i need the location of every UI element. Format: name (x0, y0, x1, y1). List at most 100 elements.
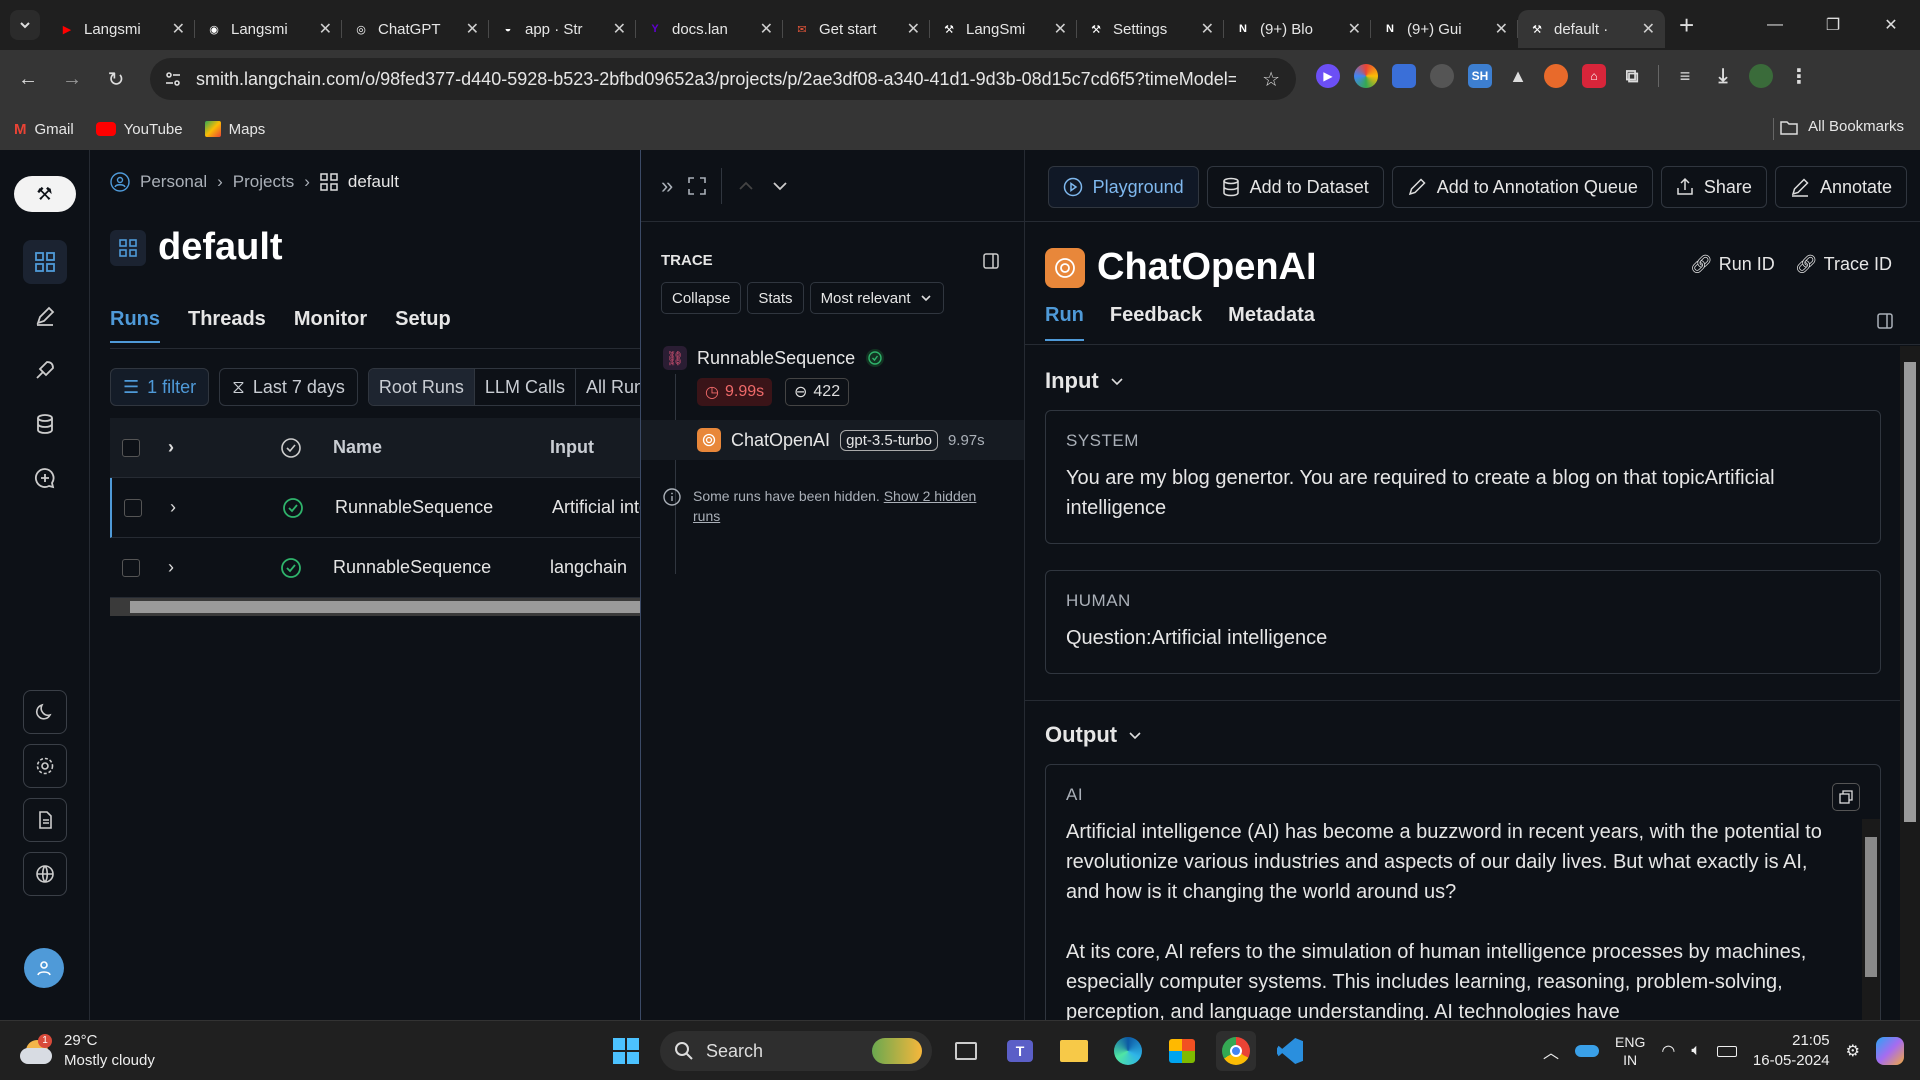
extension-pocket-icon[interactable]: ⌂ (1582, 64, 1606, 88)
collapse-panel-icon[interactable]: » (661, 173, 673, 199)
output-section-toggle[interactable]: Output (1045, 722, 1143, 748)
browser-tab[interactable]: ◒ app · Str ✕ (489, 10, 636, 48)
dark-mode-moon-icon[interactable] (22, 690, 67, 734)
close-tab-icon[interactable]: ✕ (1348, 19, 1361, 39)
back-button[interactable]: ← (6, 68, 50, 91)
deployments-rocket-icon[interactable] (23, 348, 67, 392)
volume-icon[interactable]: 🔈︎ (1691, 1042, 1701, 1060)
close-tab-icon[interactable]: ✕ (1054, 19, 1067, 39)
bookmark-star-icon[interactable]: ☆ (1262, 67, 1280, 92)
edge-icon[interactable] (1108, 1031, 1148, 1071)
close-tab-icon[interactable]: ✕ (172, 19, 185, 39)
scrollbar-thumb[interactable] (130, 601, 640, 613)
browser-tab[interactable]: ◉ Langsmi ✕ (195, 10, 342, 48)
vscode-icon[interactable] (1270, 1031, 1310, 1071)
extension-window-icon[interactable] (1392, 64, 1416, 88)
windows-start-icon[interactable] (606, 1031, 646, 1071)
row-checkbox[interactable] (122, 558, 140, 577)
weather-widget[interactable]: 1 29°C Mostly cloudy (20, 1031, 155, 1071)
row-checkbox[interactable] (124, 498, 142, 517)
browser-tab[interactable]: ✉ Get start ✕ (783, 10, 930, 48)
sidebar-toggle-icon[interactable] (1876, 312, 1894, 330)
browser-tab[interactable]: ⚒ LangSmi ✕ (930, 10, 1077, 48)
settings-gear-icon[interactable] (22, 744, 67, 788)
expand-chevron-icon[interactable]: › (168, 557, 174, 578)
close-tab-icon[interactable]: ✕ (1642, 19, 1655, 39)
table-row[interactable]: › RunnableSequence langchain (110, 538, 640, 598)
browser-tab[interactable]: Ydocs.lan ✕ (636, 10, 783, 48)
expand-all-chevron-icon[interactable]: › (168, 437, 174, 458)
browser-tab[interactable]: ⚒ Settings ✕ (1077, 10, 1224, 48)
share-button[interactable]: Share (1660, 166, 1767, 208)
time-range-button[interactable]: ⧖ Last 7 days (219, 368, 358, 406)
globe-icon[interactable] (22, 852, 67, 896)
tab-metadata[interactable]: Metadata (1228, 304, 1315, 341)
copy-icon[interactable] (1832, 783, 1860, 811)
filter-button[interactable]: ☰ 1 filter (110, 368, 210, 406)
show-hidden-icons-chevron-icon[interactable]: ︿ (1543, 1039, 1559, 1063)
table-horizontal-scrollbar[interactable] (110, 598, 640, 616)
close-tab-icon[interactable]: ✕ (613, 19, 626, 39)
input-section-toggle[interactable]: Input (1045, 368, 1125, 394)
forward-button[interactable]: → (50, 68, 94, 91)
docs-document-icon[interactable] (22, 798, 67, 842)
close-tab-icon[interactable]: ✕ (466, 19, 479, 39)
browser-tab[interactable]: N (9+) Blo ✕ (1224, 10, 1371, 48)
tab-threads[interactable]: Threads (188, 308, 266, 343)
tab-monitor[interactable]: Monitor (294, 308, 367, 343)
battery-icon[interactable] (1716, 1045, 1737, 1057)
browser-tab[interactable]: N (9+) Gui ✕ (1371, 10, 1518, 48)
detail-vertical-scrollbar[interactable] (1900, 346, 1920, 1020)
minimize-button[interactable]: — (1746, 0, 1804, 50)
microsoft-store-icon[interactable] (1162, 1031, 1202, 1071)
datasets-database-icon[interactable] (23, 402, 67, 446)
scrollbar-thumb[interactable] (1904, 362, 1916, 822)
annotate-button[interactable]: Annotate (1774, 166, 1907, 208)
column-input[interactable]: Input (550, 437, 640, 458)
extension-sh-icon[interactable]: SH (1468, 64, 1492, 88)
run-id-link[interactable]: 🔗︎ Run ID (1690, 254, 1775, 275)
sort-dropdown[interactable]: Most relevant (809, 282, 944, 314)
browser-tab[interactable]: ◎ ChatGPT ✕ (342, 10, 489, 48)
sidebar-panel-icon[interactable] (982, 252, 1000, 270)
close-tab-icon[interactable]: ✕ (319, 19, 332, 39)
download-icon[interactable]: ⤓ (1711, 64, 1735, 88)
segment-root-runs[interactable]: Root Runs (368, 369, 475, 405)
profile-avatar-icon[interactable] (1749, 64, 1773, 88)
prompts-chat-icon[interactable] (23, 456, 67, 500)
collapse-button[interactable]: Collapse (661, 282, 742, 314)
close-tab-icon[interactable]: ✕ (760, 19, 773, 39)
site-settings-icon[interactable] (164, 70, 182, 88)
langsmith-logo[interactable]: ⚒ (13, 176, 76, 212)
tab-run[interactable]: Run (1045, 304, 1084, 341)
close-window-button[interactable]: ✕ (1862, 0, 1920, 50)
add-to-dataset-button[interactable]: Add to Dataset (1206, 166, 1384, 208)
tab-setup[interactable]: Setup (395, 308, 451, 343)
browser-tab[interactable]: ⚒ default · ✕ (1518, 10, 1665, 48)
add-to-annotation-queue-button[interactable]: Add to Annotation Queue (1391, 166, 1653, 208)
fullscreen-icon[interactable] (687, 176, 707, 196)
next-run-chevron-down-icon[interactable] (770, 176, 790, 196)
new-tab-button[interactable]: + (1679, 10, 1694, 41)
task-view-icon[interactable] (946, 1031, 986, 1071)
scrollbar-thumb[interactable] (1865, 837, 1877, 977)
expand-chevron-icon[interactable]: › (170, 497, 176, 518)
bookmark-youtube[interactable]: YouTube (95, 121, 183, 138)
select-all-checkbox[interactable] (122, 438, 140, 457)
extension-mountain-icon[interactable]: ▲ (1506, 64, 1530, 88)
all-bookmarks-button[interactable]: All Bookmarks (1780, 118, 1904, 135)
browser-tab[interactable]: ▶ Langsmi ✕ (48, 10, 195, 48)
extension-color-icon[interactable] (1354, 64, 1378, 88)
extension-mouse-icon[interactable] (1430, 64, 1454, 88)
reload-button[interactable]: ↻ (94, 67, 138, 92)
breadcrumb-personal[interactable]: Personal (140, 172, 207, 192)
teams-icon[interactable]: T (1000, 1031, 1040, 1071)
bookmark-gmail[interactable]: M Gmail (14, 121, 74, 138)
chrome-icon[interactable] (1216, 1031, 1256, 1071)
address-bar[interactable]: smith.langchain.com/o/98fed377-d440-5928… (150, 58, 1296, 100)
table-row[interactable]: › RunnableSequence Artificial intelligen… (110, 478, 640, 538)
trace-id-link[interactable]: 🔗︎ Trace ID (1795, 254, 1892, 275)
tab-search-button[interactable] (10, 10, 40, 40)
output-scrollbar[interactable] (1862, 819, 1880, 1020)
breadcrumb-projects[interactable]: Projects (233, 172, 294, 192)
